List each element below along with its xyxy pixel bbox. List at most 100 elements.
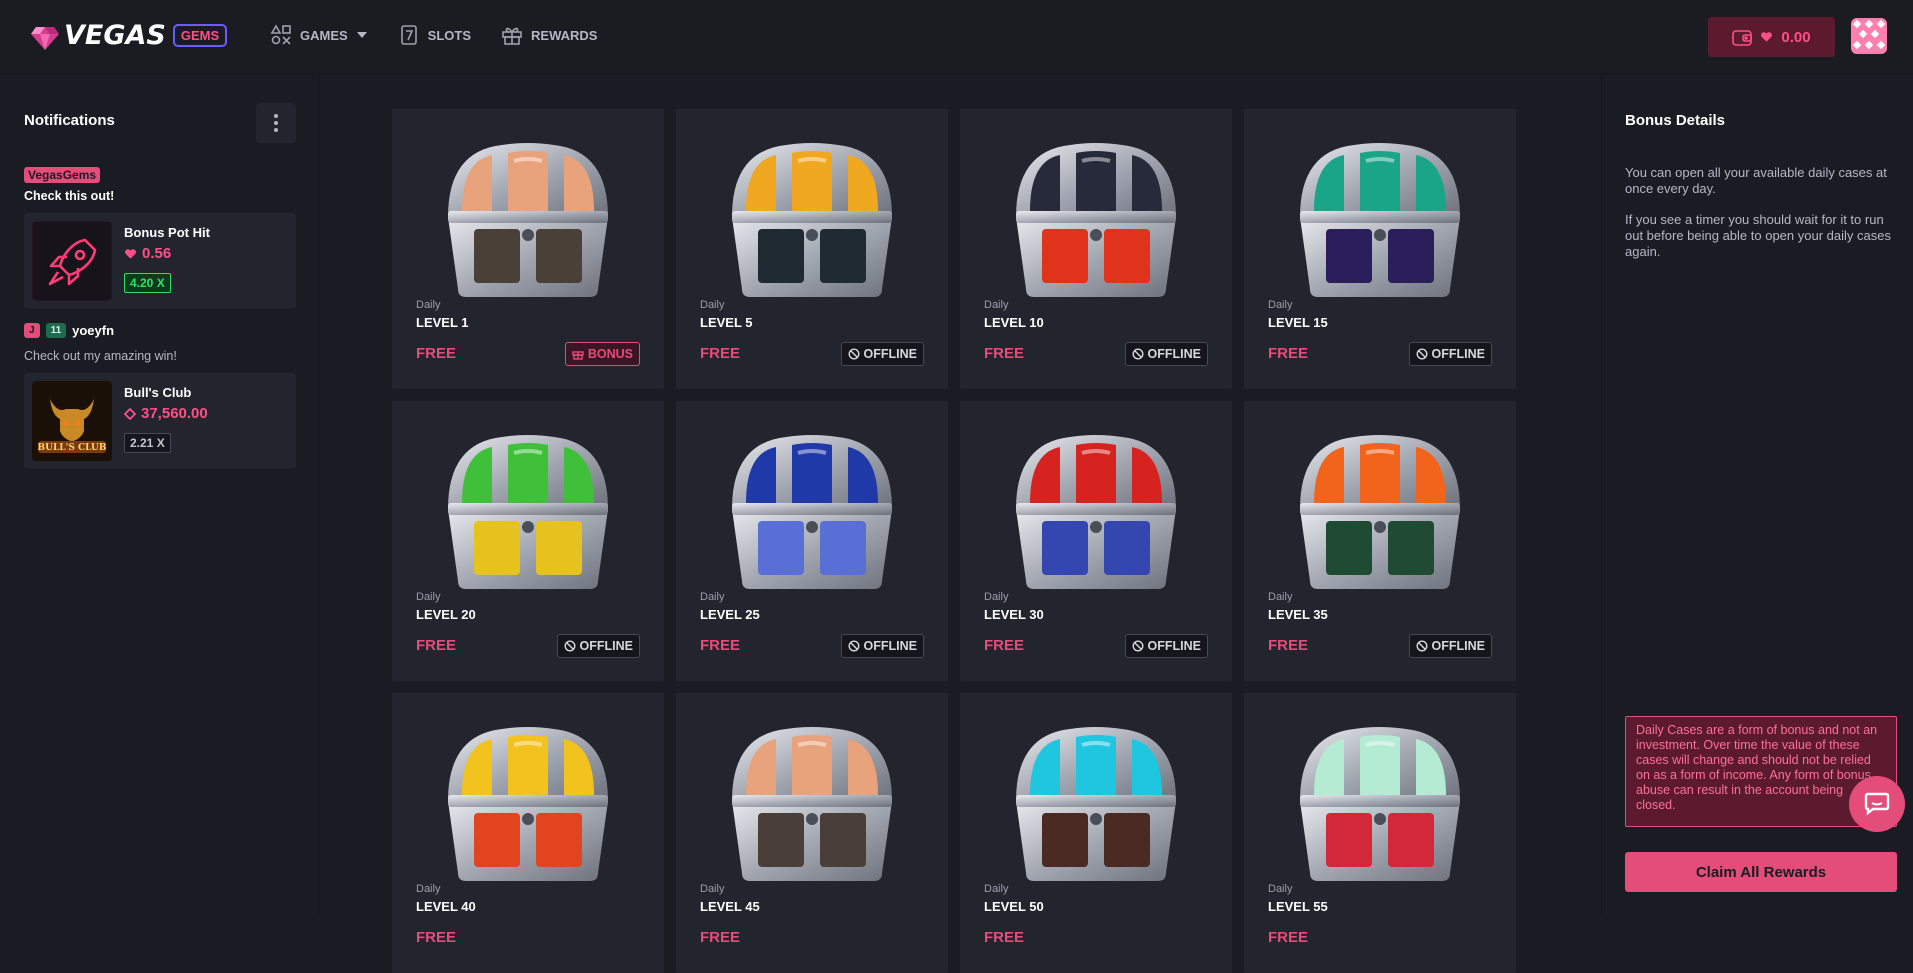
ban-icon bbox=[848, 640, 860, 652]
claim-all-rewards-button[interactable]: Claim All Rewards bbox=[1625, 852, 1897, 892]
nav-rewards[interactable]: REWARDS bbox=[501, 24, 597, 46]
bonus-details-paragraph: If you see a timer you should wait for i… bbox=[1625, 212, 1891, 259]
rocket-icon bbox=[33, 222, 111, 300]
nav-slots-label: SLOTS bbox=[427, 27, 472, 43]
notification-item-name: Bull's Club bbox=[124, 385, 192, 400]
treasure-chest-icon bbox=[1300, 435, 1460, 589]
status-label: OFFLINE bbox=[1147, 639, 1201, 653]
status-label: OFFLINE bbox=[863, 347, 917, 361]
games-icon bbox=[270, 24, 291, 45]
notifications-panel: Notifications VegasGems Check this out! … bbox=[0, 75, 320, 914]
nav-games[interactable]: GAMES bbox=[270, 24, 368, 46]
avatar-pattern bbox=[1851, 18, 1887, 54]
case-daily-label: Daily bbox=[1268, 299, 1293, 311]
wallet-icon bbox=[1732, 30, 1753, 46]
case-daily-label: Daily bbox=[700, 883, 725, 895]
case-card[interactable]: Daily LEVEL 15 FREE OFFLINE bbox=[1244, 109, 1516, 389]
treasure-chest-icon bbox=[1300, 727, 1460, 881]
treasure-chest-icon bbox=[1016, 727, 1176, 881]
logo-text: VEGAS bbox=[64, 20, 166, 51]
treasure-chest-icon bbox=[732, 143, 892, 297]
offline-badge: OFFLINE bbox=[840, 634, 924, 658]
case-card[interactable]: Daily LEVEL 55 FREE bbox=[1244, 693, 1516, 973]
user-level-badge: 11 bbox=[45, 323, 67, 338]
balance-amount: 0.00 bbox=[1781, 28, 1811, 46]
case-daily-label: Daily bbox=[700, 299, 725, 311]
case-level: LEVEL 1 bbox=[416, 315, 469, 330]
logo[interactable]: VEGAS GEMS bbox=[30, 20, 228, 51]
bonus-badge[interactable]: BONUS bbox=[564, 342, 640, 366]
treasure-chest-icon bbox=[1016, 143, 1176, 297]
case-level: LEVEL 45 bbox=[700, 899, 760, 914]
case-card[interactable]: Daily LEVEL 50 FREE bbox=[960, 693, 1232, 973]
offline-badge: OFFLINE bbox=[1124, 634, 1208, 658]
bonus-details-title: Bonus Details bbox=[1625, 112, 1726, 129]
case-daily-label: Daily bbox=[1268, 591, 1293, 603]
main-nav: GAMES SLOTS REWARDS bbox=[270, 24, 597, 46]
treasure-chest-icon bbox=[448, 143, 608, 297]
case-price: FREE bbox=[984, 929, 1025, 946]
username: yoeyfn bbox=[72, 323, 115, 338]
sender-tag: VegasGems bbox=[24, 167, 101, 183]
slots-icon bbox=[400, 25, 417, 45]
case-level: LEVEL 30 bbox=[984, 607, 1044, 622]
notification-card-bonus-pot[interactable]: Bonus Pot Hit 0.56 4.20 X bbox=[24, 213, 296, 309]
case-price: FREE bbox=[984, 637, 1025, 654]
case-daily-label: Daily bbox=[984, 591, 1009, 603]
top-bar: VEGAS GEMS GAMES SLOTS REWARDS 0.00 bbox=[0, 0, 1913, 74]
status-label: OFFLINE bbox=[863, 639, 917, 653]
gift-icon bbox=[572, 351, 584, 360]
case-card[interactable]: Daily LEVEL 20 FREE OFFLINE bbox=[392, 401, 664, 681]
case-price: FREE bbox=[984, 345, 1025, 362]
user-initial-badge: J bbox=[24, 323, 40, 338]
nav-games-label: GAMES bbox=[300, 27, 348, 43]
offline-badge: OFFLINE bbox=[840, 342, 924, 366]
ban-icon bbox=[1416, 640, 1428, 652]
offline-badge: OFFLINE bbox=[1408, 342, 1492, 366]
case-price: FREE bbox=[1268, 637, 1309, 654]
case-card[interactable]: Daily LEVEL 1 FREE BONUS bbox=[392, 109, 664, 389]
offline-badge: OFFLINE bbox=[1408, 634, 1492, 658]
case-daily-label: Daily bbox=[984, 883, 1009, 895]
status-label: BONUS bbox=[587, 347, 633, 361]
status-label: OFFLINE bbox=[1147, 347, 1201, 361]
nav-slots[interactable]: SLOTS bbox=[398, 24, 471, 46]
chat-icon bbox=[1864, 792, 1890, 816]
notifications-menu-button[interactable] bbox=[256, 103, 296, 143]
case-price: FREE bbox=[416, 929, 457, 946]
case-price: FREE bbox=[1268, 929, 1309, 946]
case-card[interactable]: Daily LEVEL 45 FREE bbox=[676, 693, 948, 973]
user-row[interactable]: J 11 yoeyfn bbox=[24, 323, 114, 338]
case-card[interactable]: Daily LEVEL 25 FREE OFFLINE bbox=[676, 401, 948, 681]
case-price: FREE bbox=[700, 929, 741, 946]
treasure-chest-icon bbox=[732, 435, 892, 589]
case-level: LEVEL 25 bbox=[700, 607, 760, 622]
case-level: LEVEL 40 bbox=[416, 899, 476, 914]
wallet-button[interactable]: 0.00 bbox=[1708, 17, 1835, 57]
case-level: LEVEL 35 bbox=[1268, 607, 1328, 622]
offline-badge: OFFLINE bbox=[556, 634, 640, 658]
case-level: LEVEL 50 bbox=[984, 899, 1044, 914]
status-label: OFFLINE bbox=[1431, 347, 1485, 361]
user-avatar[interactable] bbox=[1851, 18, 1887, 54]
chat-button[interactable] bbox=[1849, 776, 1905, 832]
notification-amount: 0.56 bbox=[124, 245, 171, 262]
case-card[interactable]: Daily LEVEL 5 FREE OFFLINE bbox=[676, 109, 948, 389]
case-card[interactable]: Daily LEVEL 10 FREE OFFLINE bbox=[960, 109, 1232, 389]
case-level: LEVEL 5 bbox=[700, 315, 753, 330]
case-card[interactable]: Daily LEVEL 30 FREE OFFLINE bbox=[960, 401, 1232, 681]
case-card[interactable]: Daily LEVEL 35 FREE OFFLINE bbox=[1244, 401, 1516, 681]
notification-amount: 37,560.00 bbox=[124, 405, 208, 422]
bonus-details-paragraph: You can open all your available daily ca… bbox=[1625, 165, 1887, 196]
notification-amount-value: 37,560.00 bbox=[141, 405, 208, 422]
notification-message: Check this out! bbox=[24, 189, 115, 203]
gift-icon bbox=[502, 27, 522, 45]
gem-logo-icon bbox=[31, 26, 59, 50]
heart-icon bbox=[125, 248, 136, 259]
multiplier-badge: 4.20 X bbox=[124, 273, 171, 293]
bull-logo-icon: BULL'S CLUB bbox=[32, 381, 112, 461]
status-label: OFFLINE bbox=[579, 639, 633, 653]
case-card[interactable]: Daily LEVEL 40 FREE bbox=[392, 693, 664, 973]
case-price: FREE bbox=[1268, 345, 1309, 362]
notification-card-bulls-club[interactable]: BULL'S CLUB Bull's Club 37,560.00 2.21 X bbox=[24, 373, 296, 469]
